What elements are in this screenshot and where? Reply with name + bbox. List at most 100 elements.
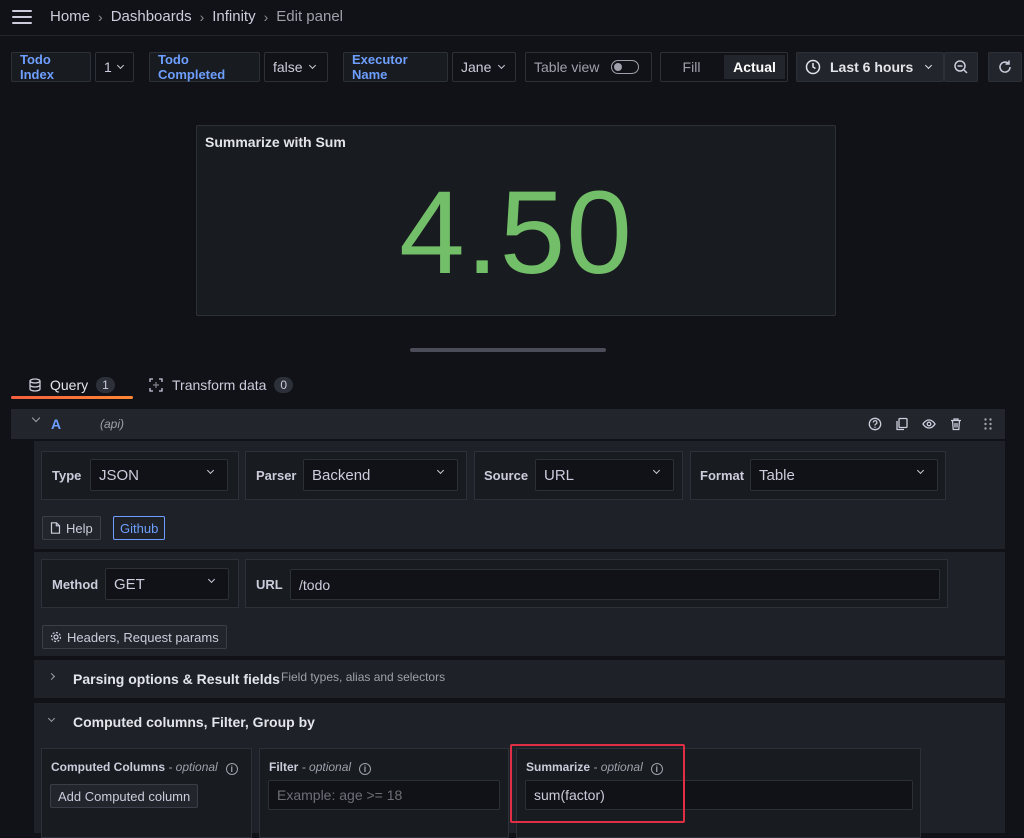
variable-value: 1 [104,59,112,75]
tab-transform-label: Transform data [172,377,267,393]
computed-section-title[interactable]: Computed columns, Filter, Group by [73,714,315,730]
chevron-down-icon[interactable] [47,714,56,723]
info-icon[interactable]: i [225,763,238,775]
url-label: URL [256,577,283,592]
zoom-out-icon [954,60,968,74]
parser-label: Parser [256,468,297,483]
clock-icon [805,59,821,75]
format-value: Table [759,466,795,484]
filter-input[interactable]: Example: age >= 18 [268,780,500,810]
query-row-header: A (api) [11,409,1005,439]
chevron-down-icon [652,466,661,475]
method-label: Method [52,577,99,592]
chevron-down-icon [207,575,216,584]
breadcrumb-separator-icon: › [98,8,103,25]
source-label: Source [484,468,529,483]
stat-panel[interactable]: Summarize with Sum 4.50 [196,125,836,316]
format-field: Format Table [690,451,946,500]
help-button-label: Help [66,520,93,536]
breadcrumb: Home › Dashboards › Infinity › Edit pane… [50,8,343,25]
active-tab-indicator [11,396,133,399]
trash-icon[interactable] [949,417,963,431]
filter-field: Filter - optional i Example: age >= 18 [259,748,509,838]
variable-label-todo-completed: Todo Completed [149,52,260,82]
help-button[interactable]: Help [42,516,101,540]
refresh-icon [999,60,1011,73]
query-ref-id[interactable]: A [51,416,61,432]
computed-columns-field: Computed Columns - optional i Add Compute… [41,748,252,838]
menu-icon[interactable] [12,10,32,24]
fill-option[interactable]: Fill [661,53,722,81]
github-link[interactable]: Github [113,516,166,540]
collapse-chevron-icon[interactable] [31,413,41,423]
variable-select-executor-name[interactable]: Jane [452,52,516,82]
source-field: Source URL [474,451,683,500]
breadcrumb-separator-icon: › [263,8,269,25]
parsing-options-subtitle: Field types, alias and selectors [281,670,446,684]
duplicate-icon[interactable] [895,417,909,431]
chevron-down-icon [924,61,933,69]
breadcrumb-dashboard[interactable]: Infinity [212,8,255,25]
variable-select-todo-completed[interactable]: false [264,52,328,82]
chevron-down-icon [206,466,215,475]
variable-value: false [273,59,303,75]
chevron-down-icon [116,61,124,69]
type-select[interactable]: JSON [90,459,228,491]
url-field: URL /todo [245,559,948,608]
breadcrumb-separator-icon: › [199,8,205,25]
variable-value: Jane [461,59,492,75]
tab-query[interactable]: Query 1 [28,372,115,398]
chevron-down-icon [916,466,925,475]
tab-query-label: Query [50,377,89,393]
parsing-options-title: Parsing options & Result fields [73,671,280,687]
tab-query-count: 1 [96,377,115,393]
headers-button-label: Headers, Request params [67,629,219,645]
help-circle-icon[interactable] [868,417,882,431]
query-datasource: (api) [100,417,125,431]
pane-resize-handle[interactable] [410,348,606,352]
chevron-down-icon [436,466,445,475]
top-bar: Home › Dashboards › Infinity › Edit pane… [0,0,1024,36]
chevron-down-icon [308,61,316,69]
type-value: JSON [99,466,140,484]
transform-icon [149,378,163,392]
chevron-right-icon [47,672,56,681]
optional-tag: - optional [168,760,218,774]
parser-select[interactable]: Backend [303,459,458,491]
headers-request-params-button[interactable]: Headers, Request params [42,625,227,649]
add-computed-column-button[interactable]: Add Computed column [50,784,199,808]
computed-columns-label-text: Computed Columns [51,760,165,774]
document-icon [50,522,61,534]
panel-title: Summarize with Sum [205,134,346,150]
table-view-toggle[interactable]: Table view [525,52,652,82]
info-icon[interactable]: i [359,763,372,775]
zoom-out-button[interactable] [944,52,978,82]
method-value: GET [114,575,145,593]
breadcrumb-dashboards[interactable]: Dashboards [111,8,192,25]
drag-handle-icon[interactable] [983,417,993,431]
variable-select-todo-index[interactable]: 1 [95,52,134,82]
time-range-label: Last 6 hours [830,59,914,75]
source-select[interactable]: URL [535,459,674,491]
url-value: /todo [299,576,331,593]
breadcrumb-home[interactable]: Home [50,8,90,25]
parser-value: Backend [312,466,371,484]
database-icon [29,378,41,392]
highlight-annotation [510,744,685,823]
toggle-switch[interactable] [611,60,640,74]
url-input[interactable]: /todo [290,569,940,600]
eye-icon[interactable] [922,417,936,431]
format-select[interactable]: Table [750,459,938,491]
type-field: Type JSON [41,451,239,500]
refresh-button[interactable] [988,52,1022,82]
method-field: Method GET [41,559,239,608]
method-select[interactable]: GET [105,568,229,600]
type-label: Type [52,468,82,483]
filter-label-text: Filter [269,760,299,774]
parsing-options-section[interactable]: Parsing options & Result fields Field ty… [34,660,1005,698]
source-value: URL [544,466,575,484]
time-range-picker[interactable]: Last 6 hours [796,52,944,82]
gear-icon [50,631,62,643]
tab-transform-data[interactable]: Transform data 0 [149,372,294,398]
actual-option[interactable]: Actual [724,55,785,79]
